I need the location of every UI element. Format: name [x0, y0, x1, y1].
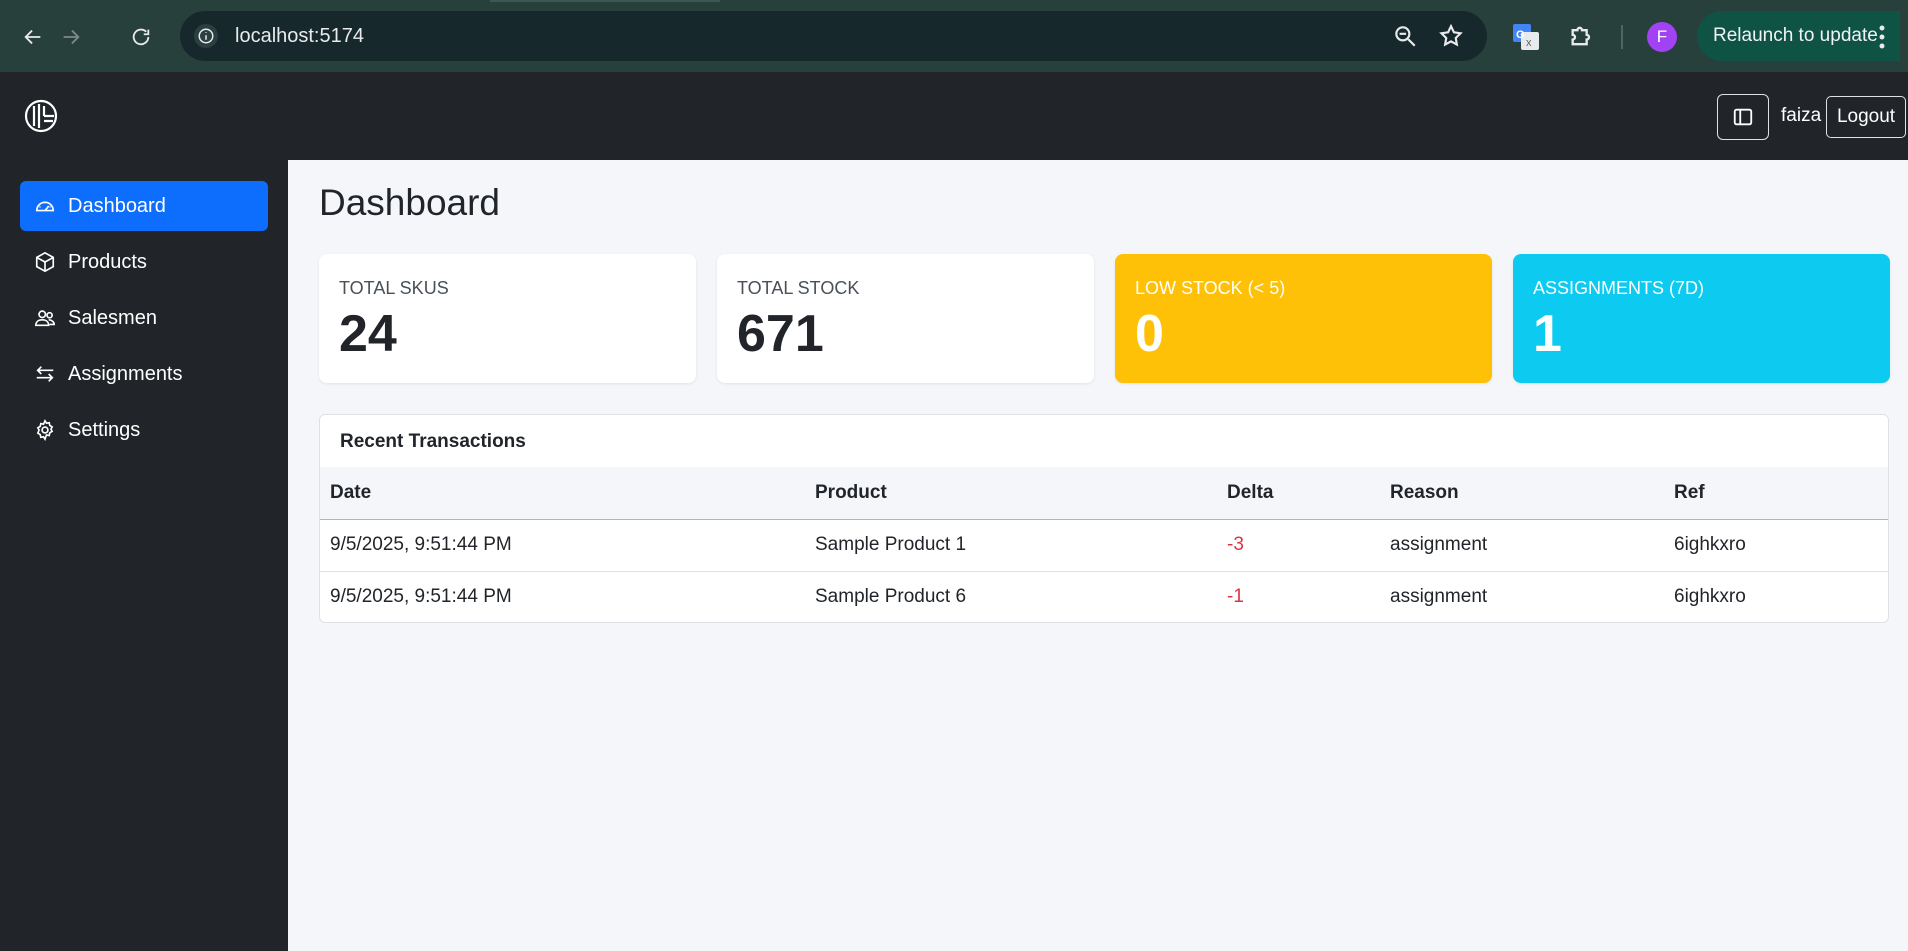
- username-label: faiza: [1781, 105, 1822, 126]
- card-title: Recent Transactions: [340, 431, 526, 452]
- cell-date: 9/5/2025, 9:51:44 PM: [330, 586, 512, 608]
- translate-extension-icon[interactable]: G x: [1513, 24, 1539, 50]
- sidebar: Dashboard Products Salesmen Assignments …: [0, 160, 288, 951]
- transactions-table: Date Product Delta Reason Ref 9/5/2025, …: [320, 467, 1888, 622]
- arrow-left-icon: [24, 29, 41, 45]
- speedometer-icon: [34, 195, 56, 217]
- profile-avatar[interactable]: F: [1647, 22, 1677, 52]
- url-text[interactable]: localhost:5174: [235, 25, 364, 48]
- sidebar-item-assignments[interactable]: Assignments: [20, 349, 268, 399]
- stat-label: Assignments (7d): [1533, 278, 1705, 298]
- sidebar-toggle-button[interactable]: [1717, 94, 1769, 140]
- stat-label: Total SKUs: [339, 278, 449, 298]
- recent-transactions-card: Recent Transactions Date Product Delta R…: [319, 414, 1889, 623]
- browser-menu-icon[interactable]: [1876, 22, 1888, 52]
- tab-strip: [490, 0, 720, 2]
- logout-button[interactable]: Logout: [1826, 96, 1906, 138]
- arrow-right-icon: [63, 29, 80, 45]
- reload-button[interactable]: [126, 22, 156, 52]
- table-header-row: Date Product Delta Reason Ref: [320, 467, 1888, 520]
- cell-product: Sample Product 6: [815, 586, 967, 608]
- table-row: 9/5/2025, 9:51:44 PM Sample Product 6 -1…: [320, 571, 1888, 622]
- people-icon: [34, 307, 56, 329]
- address-bar[interactable]: localhost:5174: [180, 11, 1487, 61]
- stat-value: 0: [1135, 305, 1164, 363]
- sidebar-item-label: Assignments: [68, 362, 183, 385]
- sidebar-item-label: Salesmen: [68, 306, 157, 329]
- zoom-icon[interactable]: [1392, 23, 1418, 54]
- sidebar-icon: [1733, 108, 1753, 126]
- sidebar-item-products[interactable]: Products: [20, 237, 268, 287]
- gear-icon: [34, 419, 56, 441]
- column-header-ref: Ref: [1664, 467, 1888, 520]
- app-header: faiza Logout: [0, 72, 1908, 160]
- stat-card-low-stock: Low Stock (< 5) 0: [1115, 254, 1492, 383]
- box-icon: [34, 251, 56, 273]
- stat-value: 671: [737, 305, 824, 363]
- svg-text:x: x: [1526, 37, 1532, 49]
- table-row: 9/5/2025, 9:51:44 PM Sample Product 1 -3…: [320, 519, 1888, 572]
- main-content: Dashboard Total SKUs 24 Total Stock 671 …: [288, 160, 1908, 951]
- stat-card-total-stock: Total Stock 671: [717, 254, 1094, 383]
- sidebar-item-salesmen[interactable]: Salesmen: [20, 293, 268, 343]
- column-header-reason: Reason: [1380, 467, 1664, 520]
- app-logo-icon[interactable]: [24, 99, 58, 133]
- stat-value: 1: [1533, 305, 1562, 363]
- column-header-product: Product: [805, 467, 1217, 520]
- page-title: Dashboard: [319, 182, 501, 223]
- site-info-icon[interactable]: [194, 24, 218, 48]
- column-header-date: Date: [320, 467, 805, 520]
- browser-toolbar: localhost:5174 G x F Relaunch to update: [0, 0, 1908, 72]
- stat-card-assignments: Assignments (7d) 1: [1513, 254, 1890, 383]
- cell-ref: 6ighkxro: [1664, 519, 1888, 572]
- back-button[interactable]: [18, 22, 48, 52]
- forward-button[interactable]: [56, 22, 86, 52]
- sidebar-item-label: Settings: [68, 418, 141, 441]
- sidebar-item-dashboard[interactable]: Dashboard: [20, 181, 268, 231]
- cell-reason: assignment: [1380, 519, 1664, 572]
- cell-ref: 6ighkxro: [1674, 586, 1746, 608]
- stat-card-total-skus: Total SKUs 24: [319, 254, 696, 383]
- column-header-delta: Delta: [1217, 467, 1380, 520]
- stat-label: Total Stock: [737, 278, 860, 298]
- cell-reason: assignment: [1390, 586, 1488, 608]
- stat-label: Low Stock (< 5): [1135, 278, 1286, 298]
- sidebar-item-label: Products: [68, 250, 147, 273]
- reload-icon: [132, 28, 150, 46]
- cell-delta: -3: [1217, 519, 1380, 572]
- arrows-swap-icon: [34, 363, 56, 385]
- relaunch-button[interactable]: Relaunch to update: [1697, 11, 1900, 61]
- svg-text:G: G: [1516, 29, 1525, 41]
- extensions-puzzle-icon[interactable]: [1568, 22, 1596, 50]
- sidebar-item-label: Dashboard: [68, 194, 166, 217]
- toolbar-divider: [1621, 25, 1623, 49]
- bookmark-star-icon[interactable]: [1438, 23, 1464, 54]
- cell-product: Sample Product 1: [805, 519, 1217, 572]
- cell-date: 9/5/2025, 9:51:44 PM: [320, 519, 805, 572]
- sidebar-item-settings[interactable]: Settings: [20, 405, 268, 455]
- stat-value: 24: [339, 305, 397, 363]
- cell-delta: -1: [1227, 586, 1244, 608]
